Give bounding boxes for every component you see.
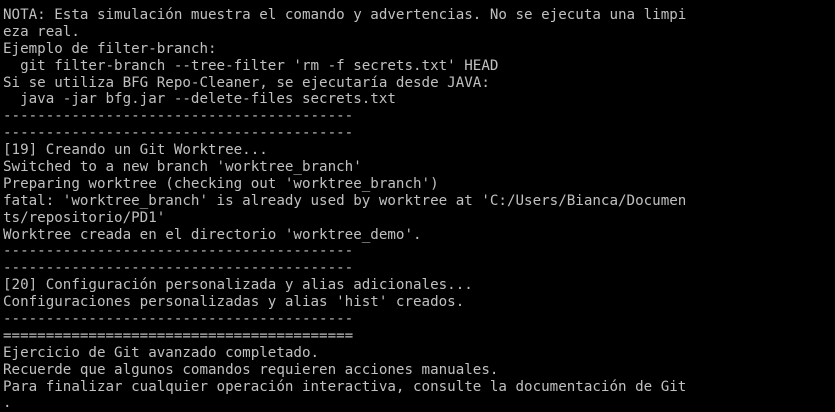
terminal-line: Switched to a new branch 'worktree_branc… (3, 159, 362, 176)
terminal-line: Preparing worktree (checking out 'worktr… (3, 175, 439, 192)
terminal-line: git filter-branch --tree-filter 'rm -f s… (3, 57, 499, 74)
terminal-line: NOTA: Esta simulación muestra el comando… (3, 7, 687, 23)
separator-line: ----------------------------------------… (3, 243, 354, 260)
terminal-line: Worktree creada en el directorio 'worktr… (3, 226, 422, 243)
terminal-line: Si se utiliza BFG Repo-Cleaner, se ejecu… (3, 74, 490, 91)
section-heading: [20] Configuración personalizada y alias… (3, 277, 473, 294)
terminal-line: java -jar bfg.jar --delete-files secrets… (3, 91, 396, 108)
section-heading: [19] Creando un Git Worktree... (3, 142, 268, 159)
separator-line: ----------------------------------------… (3, 260, 354, 277)
terminal-line: . (3, 395, 12, 412)
separator-line: ========================================… (3, 327, 354, 344)
terminal-line: Para finalizar cualquier operación inter… (3, 378, 687, 395)
terminal-line: eza real. (3, 23, 80, 40)
terminal-line: Ejercicio de Git avanzado completado. (3, 344, 320, 361)
error-line: ts/repositorio/PD1' (3, 209, 166, 226)
separator-line: ----------------------------------------… (3, 125, 354, 142)
separator-line: ----------------------------------------… (3, 311, 354, 328)
terminal-window[interactable]: NOTA: Esta simulación muestra el comando… (0, 0, 835, 412)
terminal-line: Configuraciones personalizadas y alias '… (3, 294, 465, 311)
terminal-line: Recuerde que algunos comandos requieren … (3, 361, 499, 378)
terminal-line: Ejemplo de filter-branch: (3, 40, 217, 57)
separator-line: ----------------------------------------… (3, 108, 354, 125)
error-line: fatal: 'worktree_branch' is already used… (3, 192, 687, 209)
